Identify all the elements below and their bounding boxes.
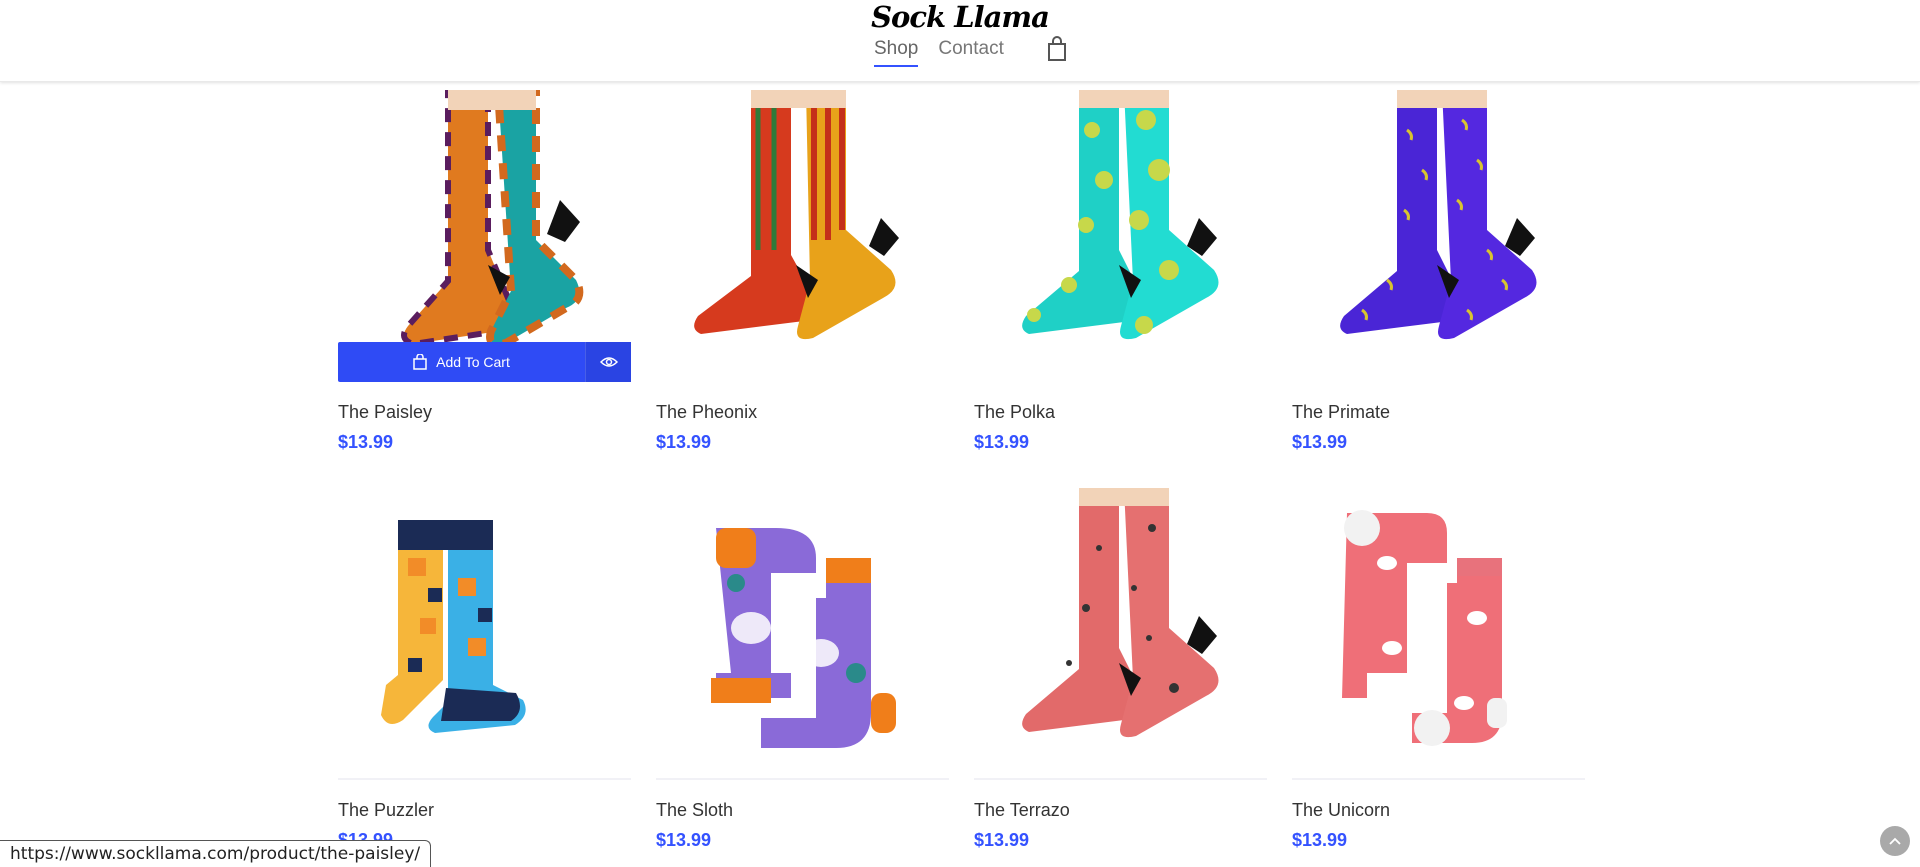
shopping-bag-icon[interactable] xyxy=(1046,36,1068,62)
product-image[interactable] xyxy=(338,488,631,788)
product-price: $13.99 xyxy=(656,432,712,452)
chevron-up-icon xyxy=(1889,837,1901,845)
product-image[interactable] xyxy=(1292,488,1585,788)
site-header: Sock Llama Shop Contact xyxy=(0,0,1920,82)
product-name[interactable]: The Sloth xyxy=(656,800,733,821)
product-price: $13.99 xyxy=(1292,432,1348,452)
product-name[interactable]: The Paisley xyxy=(338,402,432,423)
divider xyxy=(1292,778,1585,780)
divider xyxy=(338,778,631,780)
product-card[interactable]: The Terrazo $13.99 xyxy=(974,488,1267,850)
product-price: $13.99 xyxy=(974,432,1030,452)
site-logo[interactable]: Sock Llama xyxy=(0,0,1920,34)
product-card[interactable]: Add To Cart The Paisley $13.99 xyxy=(338,90,631,452)
nav-link-shop[interactable]: Shop xyxy=(874,38,919,67)
scroll-to-top-button[interactable] xyxy=(1880,826,1910,856)
product-actions: Add To Cart xyxy=(338,342,631,382)
product-price: $13.99 xyxy=(1292,830,1348,850)
main-nav: Shop Contact xyxy=(874,36,1068,67)
eye-icon xyxy=(599,357,618,367)
product-name[interactable]: The Polka xyxy=(974,402,1055,423)
product-name[interactable]: The Terrazo xyxy=(974,800,1070,821)
product-card[interactable]: The Primate $13.99 xyxy=(1292,90,1585,452)
product-image[interactable] xyxy=(656,90,949,390)
product-name[interactable]: The Pheonix xyxy=(656,402,757,423)
product-name[interactable]: The Puzzler xyxy=(338,800,434,821)
product-name[interactable]: The Unicorn xyxy=(1292,800,1390,821)
product-card[interactable]: The Sloth $13.99 xyxy=(656,488,949,850)
product-price: $13.99 xyxy=(656,830,712,850)
product-card[interactable]: The Polka $13.99 xyxy=(974,90,1267,452)
product-card[interactable]: The Pheonix $13.99 xyxy=(656,90,949,452)
product-image[interactable] xyxy=(974,488,1267,788)
quick-view-button[interactable] xyxy=(585,342,631,382)
product-image[interactable] xyxy=(1292,90,1585,390)
add-to-cart-label: Add To Cart xyxy=(436,354,510,370)
product-image[interactable] xyxy=(656,488,949,788)
divider xyxy=(656,778,949,780)
divider xyxy=(974,778,1267,780)
product-card[interactable]: The Unicorn $13.99 xyxy=(1292,488,1585,850)
product-price: $13.99 xyxy=(338,432,394,452)
product-price: $13.99 xyxy=(974,830,1030,850)
product-image[interactable] xyxy=(974,90,1267,390)
nav-link-contact[interactable]: Contact xyxy=(938,38,1003,60)
add-to-cart-button[interactable]: Add To Cart xyxy=(338,342,585,382)
product-card[interactable]: The Puzzler $13.99 xyxy=(338,488,631,850)
product-name[interactable]: The Primate xyxy=(1292,402,1390,423)
shopping-bag-icon xyxy=(413,354,427,370)
status-bar-url: https://www.sockllama.com/product/the-pa… xyxy=(0,840,432,867)
